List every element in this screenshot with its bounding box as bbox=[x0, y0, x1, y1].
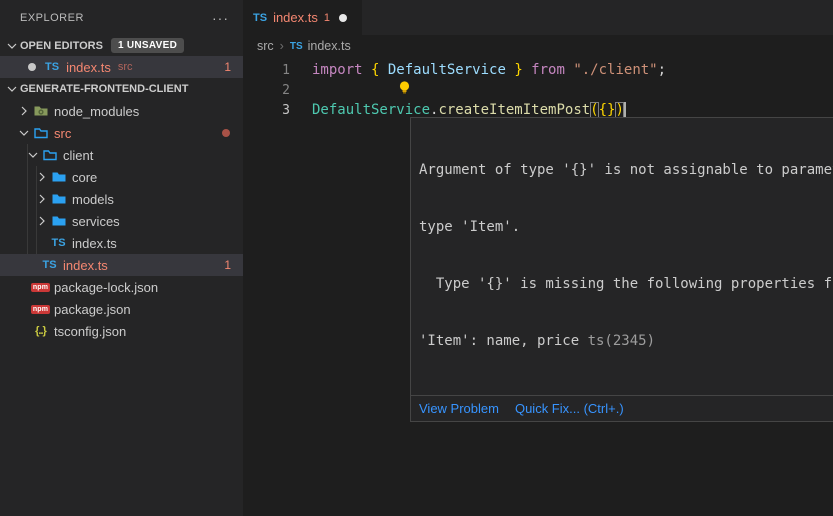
tree-item-models[interactable]: models bbox=[0, 188, 243, 210]
typescript-file-icon: TS bbox=[253, 12, 267, 24]
text-cursor bbox=[624, 102, 626, 119]
tab-title: index.ts bbox=[273, 10, 318, 25]
view-problem-link[interactable]: View Problem bbox=[419, 401, 499, 416]
error-tooltip-actions: View Problem Quick Fix... (Ctrl+.) bbox=[411, 395, 833, 421]
tree-item-label: package-lock.json bbox=[54, 280, 158, 295]
tree-item-tsconfig-json[interactable]: {..} tsconfig.json bbox=[0, 320, 243, 342]
breadcrumb: src › TS index.ts bbox=[243, 35, 833, 57]
tree-item-core[interactable]: core bbox=[0, 166, 243, 188]
open-folder-icon bbox=[32, 125, 49, 141]
file-tree: node_modules src client bbox=[0, 100, 243, 342]
unsaved-badge: 1 UNSAVED bbox=[111, 38, 184, 53]
open-editor-folder: src bbox=[118, 61, 133, 73]
unsaved-dot-icon[interactable] bbox=[339, 14, 347, 22]
error-code: ts(2345) bbox=[588, 333, 655, 349]
chevron-right-icon[interactable] bbox=[34, 169, 50, 185]
tab-index-ts[interactable]: TS index.ts 1 bbox=[243, 0, 362, 35]
sidebar-header: EXPLORER ··· bbox=[0, 0, 243, 35]
line-number: 3 bbox=[243, 103, 290, 118]
folder-icon bbox=[50, 169, 67, 185]
code-token: createItemItemPost bbox=[438, 102, 590, 118]
tree-item-services[interactable]: services bbox=[0, 210, 243, 232]
tree-item-label: index.ts bbox=[72, 236, 117, 251]
code-token: ; bbox=[658, 62, 666, 78]
tree-item-index-ts-client[interactable]: TS index.ts bbox=[0, 232, 243, 254]
tree-item-label: node_modules bbox=[54, 104, 139, 119]
json-config-icon: {..} bbox=[32, 323, 49, 339]
chevron-down-icon[interactable] bbox=[4, 81, 20, 97]
modified-indicator-icon bbox=[222, 129, 230, 137]
code-token-error: {} bbox=[599, 102, 616, 118]
error-count-badge: 1 bbox=[224, 60, 231, 74]
quick-fix-link[interactable]: Quick Fix... (Ctrl+.) bbox=[515, 401, 624, 416]
code-token: ( bbox=[590, 102, 598, 118]
chevron-down-icon[interactable] bbox=[25, 147, 41, 163]
dirty-indicator-icon bbox=[28, 63, 36, 71]
line-number: 2 bbox=[243, 83, 290, 98]
tree-item-label: models bbox=[72, 192, 114, 207]
chevron-right-icon[interactable] bbox=[16, 103, 32, 119]
chevron-down-icon[interactable] bbox=[16, 125, 32, 141]
npm-file-icon: npm bbox=[32, 279, 49, 295]
error-message-line: 'Item': name, price ts(2345) bbox=[419, 332, 833, 351]
tree-item-index-ts-src[interactable]: TS index.ts 1 bbox=[0, 254, 243, 276]
chevron-down-icon[interactable] bbox=[4, 38, 20, 54]
workspace-label: GENERATE-FRONTEND-CLIENT bbox=[20, 83, 188, 95]
typescript-file-icon: TS bbox=[41, 257, 58, 273]
chevron-right-icon[interactable] bbox=[34, 213, 50, 229]
open-editors-label: OPEN EDITORS bbox=[20, 40, 103, 52]
typescript-file-icon: TS bbox=[50, 235, 67, 251]
error-message-line: type 'Item'. bbox=[419, 218, 833, 237]
tree-item-label: tsconfig.json bbox=[54, 324, 126, 339]
breadcrumb-separator-icon: › bbox=[280, 39, 284, 53]
tree-item-label: package.json bbox=[54, 302, 131, 317]
tree-item-label: src bbox=[54, 126, 71, 141]
tree-item-label: client bbox=[63, 148, 93, 163]
more-actions-icon[interactable]: ··· bbox=[212, 10, 229, 26]
error-message-line: Type '{}' is missing the following prope… bbox=[419, 275, 833, 294]
breadcrumb-file[interactable]: index.ts bbox=[308, 39, 351, 53]
code-token: ) bbox=[615, 102, 623, 118]
code-token: . bbox=[430, 102, 438, 118]
tree-item-label: services bbox=[72, 214, 120, 229]
typescript-file-icon: TS bbox=[45, 61, 59, 73]
tab-bar: TS index.ts 1 bbox=[243, 0, 833, 35]
open-folder-icon bbox=[41, 147, 58, 163]
sidebar-title: EXPLORER bbox=[20, 12, 84, 24]
tree-item-client[interactable]: client bbox=[0, 144, 243, 166]
npm-file-icon: npm bbox=[32, 301, 49, 317]
typescript-file-icon: TS bbox=[290, 41, 303, 52]
open-editors-section-header[interactable]: OPEN EDITORS 1 UNSAVED bbox=[0, 35, 243, 56]
tree-item-label: index.ts bbox=[63, 258, 108, 273]
error-tooltip-message: Argument of type '{}' is not assignable … bbox=[411, 118, 833, 395]
folder-icon bbox=[50, 213, 67, 229]
tree-item-package-json[interactable]: npm package.json bbox=[0, 298, 243, 320]
code-line-2: 2 bbox=[243, 80, 833, 100]
tree-item-node-modules[interactable]: node_modules bbox=[0, 100, 243, 122]
explorer-sidebar: EXPLORER ··· OPEN EDITORS 1 UNSAVED TS i… bbox=[0, 0, 243, 516]
error-message-line: Argument of type '{}' is not assignable … bbox=[419, 161, 833, 180]
folder-icon bbox=[50, 191, 67, 207]
chevron-right-icon[interactable] bbox=[34, 191, 50, 207]
code-token: "./client" bbox=[573, 62, 657, 78]
error-tooltip: Argument of type '{}' is not assignable … bbox=[410, 117, 833, 422]
error-count-badge: 1 bbox=[224, 258, 231, 272]
line-number: 1 bbox=[243, 63, 290, 78]
code-token: } bbox=[506, 62, 523, 78]
breadcrumb-folder[interactable]: src bbox=[257, 39, 274, 53]
open-editor-item[interactable]: TS index.ts src 1 bbox=[0, 56, 243, 78]
workspace-section-header[interactable]: GENERATE-FRONTEND-CLIENT bbox=[0, 78, 243, 100]
open-editor-filename: index.ts bbox=[66, 60, 111, 75]
code-token: DefaultService bbox=[312, 102, 430, 118]
tree-item-package-lock-json[interactable]: npm package-lock.json bbox=[0, 276, 243, 298]
tree-item-label: core bbox=[72, 170, 97, 185]
code-editor[interactable]: 1 import { DefaultService } from "./clie… bbox=[243, 57, 833, 120]
tree-item-src[interactable]: src bbox=[0, 122, 243, 144]
npm-folder-icon bbox=[32, 103, 49, 119]
tab-error-count: 1 bbox=[324, 12, 330, 24]
code-token: from bbox=[523, 62, 574, 78]
